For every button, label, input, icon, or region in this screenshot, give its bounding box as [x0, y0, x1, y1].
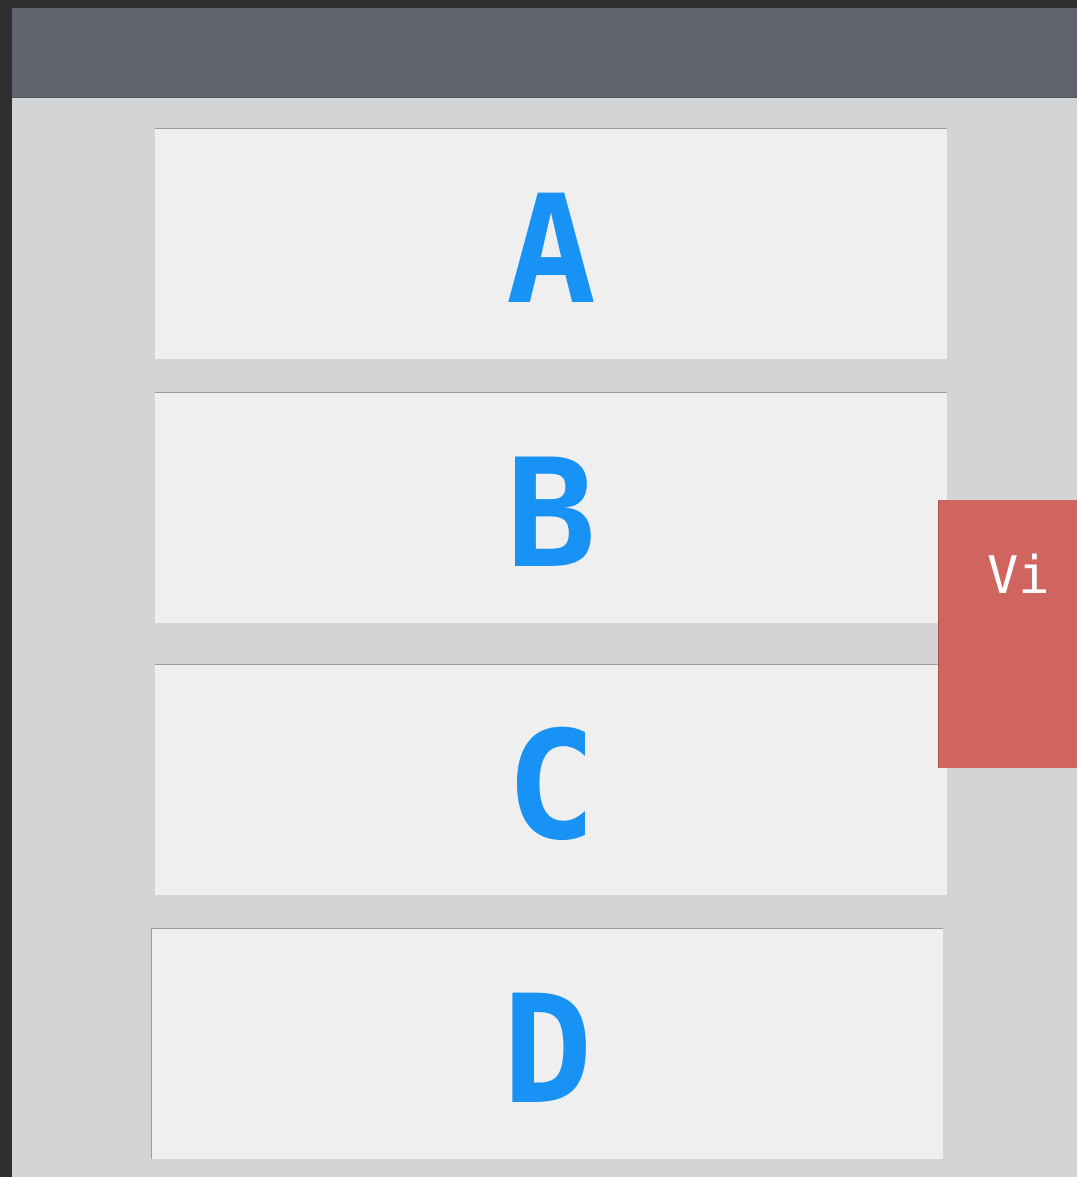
option-card-b[interactable]: B — [155, 392, 947, 623]
app-frame: A B C D Vi — [12, 8, 1077, 1177]
side-panel[interactable]: Vi — [938, 500, 1077, 768]
option-card-d[interactable]: D — [151, 928, 943, 1159]
option-letter-a: A — [505, 164, 597, 338]
option-card-c[interactable]: C — [155, 664, 947, 895]
option-letter-d: D — [502, 964, 593, 1138]
side-panel-label: Vi — [987, 546, 1050, 606]
option-letter-b: B — [505, 428, 597, 602]
option-card-a[interactable]: A — [155, 128, 947, 359]
top-bar — [12, 8, 1077, 98]
option-letter-c: C — [505, 700, 597, 874]
